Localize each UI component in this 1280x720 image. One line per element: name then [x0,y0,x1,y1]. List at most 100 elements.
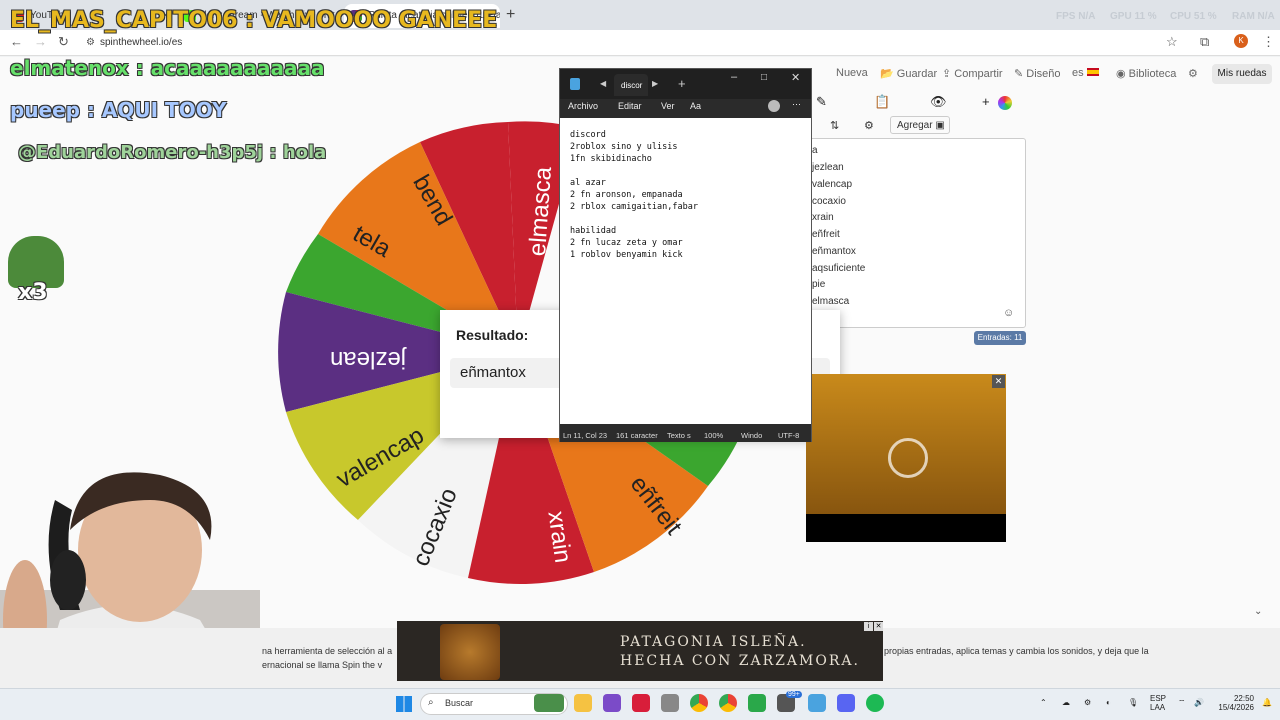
clipboard-icon[interactable]: 📋 [874,94,890,110]
agregar-button[interactable]: Agregar ▣ [890,116,950,134]
line-ending[interactable]: Windo [741,431,762,440]
tray-icon[interactable]: ◐ [1106,698,1111,707]
footer-text: propias entradas, aplica temas y cambia … [884,646,1149,656]
menu-archivo[interactable]: Archivo [568,101,598,111]
tray-icon[interactable]: ⚙ [1084,698,1091,707]
emoji-icon[interactable]: ☺ [1003,307,1014,319]
ad-headline-1: PATAGONIA ISLEÑA. [620,634,807,650]
ad-info-icon[interactable]: i [864,622,873,631]
char-count: 161 caracter [616,431,658,440]
widgets-icon[interactable] [534,694,564,712]
nav-biblioteca[interactable]: ◉ Biblioteca [1116,67,1176,80]
menu-ver[interactable]: Ver [661,101,675,111]
text-line: 2 fn lucaz zeta y omar [570,238,683,248]
text-format-icon[interactable]: Aa [690,101,701,111]
avatar[interactable]: K [1234,34,1248,48]
list-item: valencap [812,179,853,190]
list-item: a [812,145,818,156]
nav-lang[interactable]: es [1072,67,1099,79]
discord-icon[interactable] [837,694,855,712]
volume-icon[interactable]: 🔊 [1194,698,1204,707]
notepad-icon[interactable] [808,694,826,712]
hud-fps: FPS N/A [1056,11,1096,22]
text-line: 1 roblov benyamin kick [570,250,683,260]
nav-compartir[interactable]: ⇪ Compartir [942,67,1003,80]
menu-editar[interactable]: Editar [618,101,642,111]
settings-icon[interactable]: ⚙ [864,119,874,132]
notepad-icon [570,78,580,90]
nav-nueva[interactable]: Nueva [836,67,868,79]
ad-headline-2: HECHA CON ZARZAMORA. [620,653,860,669]
pencil-icon[interactable]: ✎ [816,94,827,110]
add-icon[interactable]: + [982,94,990,109]
windows-start-icon[interactable] [396,696,412,712]
list-item: pie [812,279,826,290]
text-line: al azar [570,178,606,188]
forward-icon[interactable]: → [34,34,47,49]
chrome-icon[interactable] [690,694,708,712]
menu-dots-icon[interactable]: ⋮ [1262,34,1275,50]
wifi-icon[interactable]: ⌔ [1178,698,1186,708]
hide-icon[interactable]: 👁 [930,94,947,110]
nav-guardar[interactable]: 📂 Guardar [880,67,937,80]
new-tab-button[interactable]: + [678,76,686,91]
zoom-level[interactable]: 100% [704,431,723,440]
maximize-icon[interactable]: □ [761,72,767,83]
sort-icon[interactable]: ⇅ [830,119,839,132]
hud-ram: RAM N/A [1232,11,1275,22]
chrome-icon[interactable] [719,694,737,712]
app-icon[interactable] [661,694,679,712]
result-value: eñmantox [460,364,526,381]
beer-glass-image [440,624,500,680]
mis-ruedas-button[interactable]: Mis ruedas [1212,64,1272,84]
nav-diseno-label: Diseño [1026,68,1061,80]
replay-icon[interactable] [888,438,928,478]
app-icon[interactable] [603,694,621,712]
spain-flag-icon [1086,68,1099,76]
settings-icon[interactable]: ⚙ [1188,67,1198,80]
clock[interactable]: 22:50 15/4/2026 [1214,694,1254,712]
nav-guardar-label: Guardar [896,68,938,80]
entries-count-badge: Entradas: 11 [974,331,1026,345]
tray-icon[interactable]: ☁ [1062,698,1070,707]
cursor-position: Ln 11, Col 23 [563,431,608,440]
more-options-icon[interactable]: ⋯ [792,99,801,110]
encoding[interactable]: UTF-8 [778,431,799,440]
notification-icon[interactable]: 🔔 [1262,698,1272,707]
color-palette-icon[interactable] [998,96,1012,110]
spotify-icon[interactable] [866,694,884,712]
nav-lang-label: es [1072,67,1084,79]
chevron-down-icon[interactable]: ⌄ [1254,606,1262,617]
tab-scroll-left-icon[interactable]: ◀ [600,79,606,88]
emote-multiplier: x3 [18,280,48,305]
back-icon[interactable]: ← [10,34,23,49]
close-icon[interactable]: ✕ [791,71,800,84]
wheel-label: elmasca [524,165,557,257]
text-format[interactable]: Texto s [667,431,691,440]
close-icon[interactable]: ✕ [992,375,1005,388]
extensions-icon[interactable]: ⧉ [1200,34,1209,50]
close-icon[interactable]: ✕ [874,622,883,631]
tab-scroll-right-icon[interactable]: ▶ [652,79,658,88]
bookmark-star-icon[interactable]: ☆ [1166,34,1178,50]
list-item: elmasca [812,296,850,307]
keyboard-language[interactable]: ESP LAA [1150,694,1166,712]
agregar-label: Agregar [897,120,933,131]
hud-cpu: CPU 51 % [1170,11,1217,22]
address-bar[interactable]: spinthewheel.io/es [100,37,182,48]
reload-icon[interactable]: ↻ [58,34,69,50]
chevron-up-icon[interactable]: ⌃ [1040,698,1047,707]
notepad-tab-label: discor [621,81,643,90]
chat-message-3: pueep : AQUI TOOY [10,98,227,122]
search-icon: ⌕ [428,697,434,708]
nav-diseno[interactable]: ✎ Diseño [1014,67,1061,80]
app-icon[interactable] [748,694,766,712]
site-info-icon[interactable]: ⚙ [86,37,95,48]
app-icon[interactable] [632,694,650,712]
text-line: discord [570,130,606,140]
microphone-icon[interactable]: 🎙 [1128,698,1138,707]
minimize-icon[interactable]: – [731,71,737,83]
file-explorer-icon[interactable] [574,694,592,712]
new-tab-button[interactable]: + [506,6,515,24]
account-icon[interactable] [768,100,780,112]
